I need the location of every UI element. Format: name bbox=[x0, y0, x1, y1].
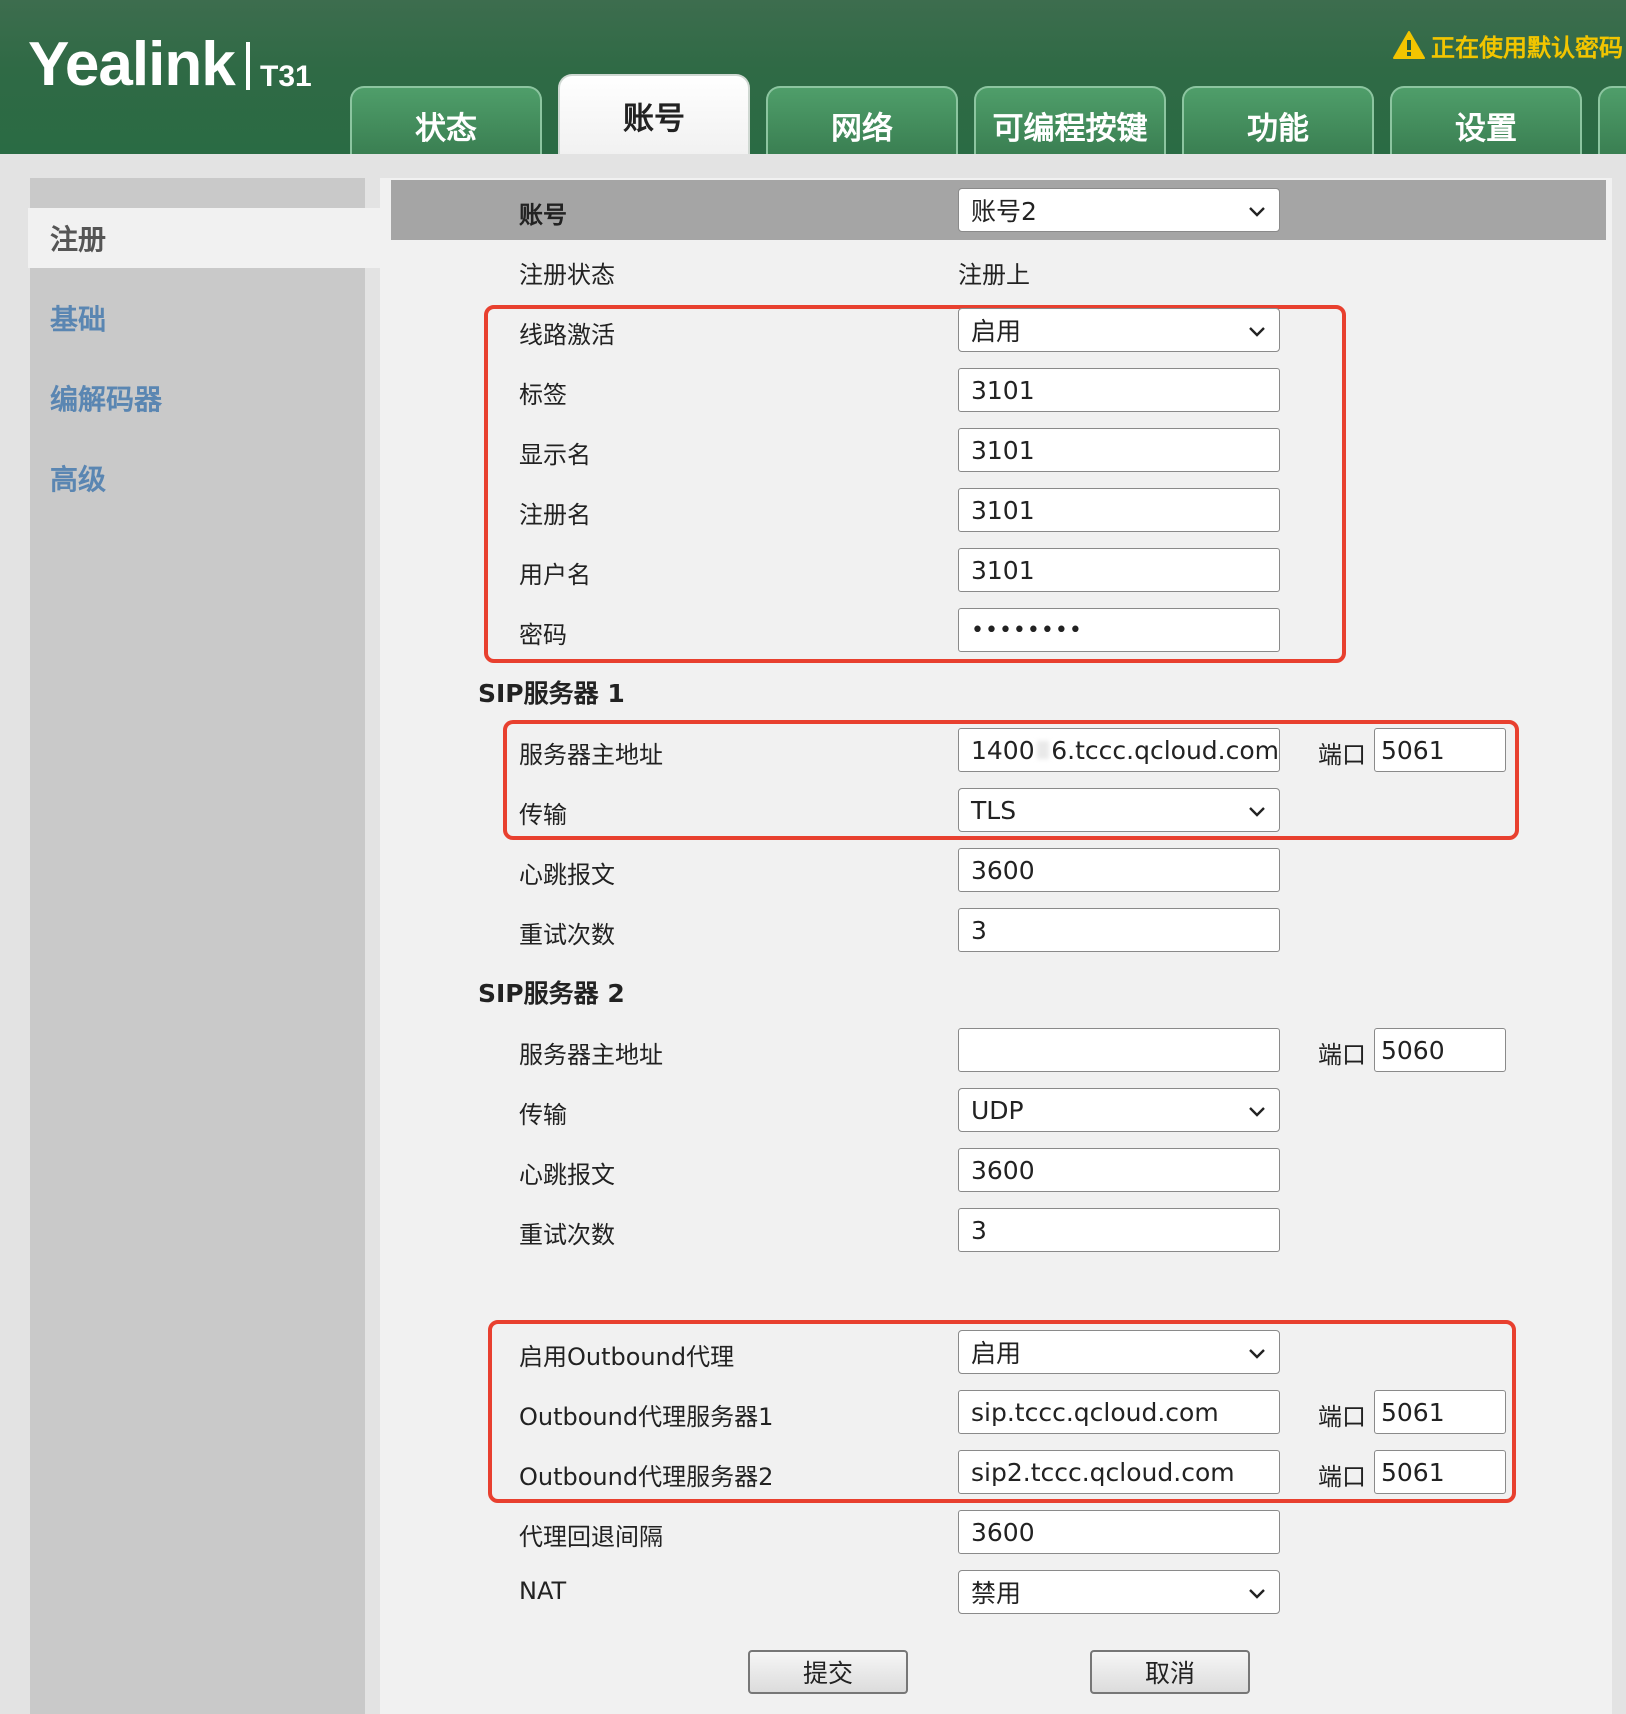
sip2-transport-value: UDP bbox=[971, 1095, 1024, 1125]
tab-network[interactable]: 网络 bbox=[766, 86, 958, 154]
outbound-server1-input[interactable]: sip.tccc.qcloud.com bbox=[958, 1390, 1280, 1434]
sidebar-item-codec[interactable]: 编解码器 bbox=[28, 368, 358, 428]
register-name-label: 注册名 bbox=[519, 501, 591, 529]
main-tabs: 状态 账号 网络 可编程按键 功能 设置 bbox=[0, 0, 1626, 154]
outbound-server2-port-input[interactable]: 5061 bbox=[1374, 1450, 1506, 1494]
sip2-keepalive-label: 心跳报文 bbox=[519, 1161, 615, 1189]
password-input[interactable]: •••••••• bbox=[958, 608, 1280, 652]
tab-more[interactable] bbox=[1598, 86, 1626, 154]
password-label: 密码 bbox=[519, 621, 567, 649]
header-bar: Yealink T31 正在使用默认密码 状态 账号 网络 可编程按键 功能 设… bbox=[0, 0, 1626, 154]
sip1-host-prefix: 1400 bbox=[971, 735, 1035, 765]
chevron-down-icon bbox=[1249, 327, 1265, 337]
sip2-transport-label: 传输 bbox=[519, 1101, 567, 1129]
sip2-retry-label: 重试次数 bbox=[519, 1221, 615, 1249]
tab-features[interactable]: 功能 bbox=[1182, 86, 1374, 154]
tab-settings[interactable]: 设置 bbox=[1390, 86, 1582, 154]
account-select[interactable]: 账号2 bbox=[958, 188, 1280, 232]
tab-dsskey[interactable]: 可编程按键 bbox=[974, 86, 1166, 154]
outbound-server1-port-label: 端口 bbox=[1318, 1403, 1366, 1431]
redacted-segment bbox=[1036, 741, 1050, 759]
display-name-label: 显示名 bbox=[519, 441, 591, 469]
chevron-down-icon bbox=[1249, 807, 1265, 817]
sip1-host-label: 服务器主地址 bbox=[519, 741, 663, 769]
outbound-enable-value: 启用 bbox=[971, 1339, 1022, 1368]
proxy-fallback-label: 代理回退间隔 bbox=[519, 1523, 663, 1551]
nat-value: 禁用 bbox=[971, 1579, 1022, 1608]
tab-status[interactable]: 状态 bbox=[350, 86, 542, 154]
sip1-keepalive-label: 心跳报文 bbox=[519, 861, 615, 889]
right-margin bbox=[1612, 178, 1626, 1714]
sidebar-item-basic[interactable]: 基础 bbox=[28, 288, 358, 348]
chevron-down-icon bbox=[1249, 1589, 1265, 1599]
sip2-retry-input[interactable]: 3 bbox=[958, 1208, 1280, 1252]
reg-status-label: 注册状态 bbox=[519, 261, 615, 289]
username-input[interactable]: 3101 bbox=[958, 548, 1280, 592]
sip1-port-input[interactable]: 5061 bbox=[1374, 728, 1506, 772]
sip2-port-label: 端口 bbox=[1318, 1041, 1366, 1069]
chevron-down-icon bbox=[1249, 207, 1265, 217]
sip2-transport-select[interactable]: UDP bbox=[958, 1088, 1280, 1132]
line-active-label: 线路激活 bbox=[519, 321, 615, 349]
label-label: 标签 bbox=[519, 381, 567, 409]
reg-status-value: 注册上 bbox=[958, 261, 1030, 289]
sip2-port-input[interactable]: 5060 bbox=[1374, 1028, 1506, 1072]
sip-server-1-heading: SIP服务器 1 bbox=[478, 679, 625, 708]
sip2-host-label: 服务器主地址 bbox=[519, 1041, 663, 1069]
nat-select[interactable]: 禁用 bbox=[958, 1570, 1280, 1614]
sip1-transport-select[interactable]: TLS bbox=[958, 788, 1280, 832]
register-name-input[interactable]: 3101 bbox=[958, 488, 1280, 532]
line-active-select[interactable]: 启用 bbox=[958, 308, 1280, 352]
chevron-down-icon bbox=[1249, 1107, 1265, 1117]
chevron-down-icon bbox=[1249, 1349, 1265, 1359]
outbound-server2-label: Outbound代理服务器2 bbox=[519, 1463, 774, 1491]
sidebar-item-register[interactable]: 注册 bbox=[28, 208, 380, 268]
sidebar-item-advanced[interactable]: 高级 bbox=[28, 448, 358, 508]
account-select-value: 账号2 bbox=[971, 197, 1037, 226]
label-input[interactable]: 3101 bbox=[958, 368, 1280, 412]
proxy-fallback-input[interactable]: 3600 bbox=[958, 1510, 1280, 1554]
outbound-server2-input[interactable]: sip2.tccc.qcloud.com bbox=[958, 1450, 1280, 1494]
line-active-value: 启用 bbox=[971, 317, 1022, 346]
outbound-enable-label: 启用Outbound代理 bbox=[519, 1343, 735, 1371]
sip1-keepalive-input[interactable]: 3600 bbox=[958, 848, 1280, 892]
sip1-transport-value: TLS bbox=[971, 795, 1017, 825]
sip1-retry-label: 重试次数 bbox=[519, 921, 615, 949]
tab-account[interactable]: 账号 bbox=[558, 74, 750, 154]
submit-button[interactable]: 提交 bbox=[748, 1650, 908, 1694]
display-name-input[interactable]: 3101 bbox=[958, 428, 1280, 472]
account-label: 账号 bbox=[519, 201, 567, 229]
sip1-host-input[interactable]: 1400 6.tccc.qcloud.com bbox=[958, 728, 1280, 772]
outbound-enable-select[interactable]: 启用 bbox=[958, 1330, 1280, 1374]
sip1-host-suffix: 6.tccc.qcloud.com bbox=[1051, 735, 1279, 765]
cancel-button[interactable]: 取消 bbox=[1090, 1650, 1250, 1694]
sip2-host-input[interactable] bbox=[958, 1028, 1280, 1072]
nat-label: NAT bbox=[519, 1577, 567, 1605]
sip1-transport-label: 传输 bbox=[519, 801, 567, 829]
sip2-keepalive-input[interactable]: 3600 bbox=[958, 1148, 1280, 1192]
outbound-server1-label: Outbound代理服务器1 bbox=[519, 1403, 774, 1431]
outbound-server2-port-label: 端口 bbox=[1318, 1463, 1366, 1491]
username-label: 用户名 bbox=[519, 561, 591, 589]
sip-server-2-heading: SIP服务器 2 bbox=[478, 979, 625, 1008]
outbound-server1-port-input[interactable]: 5061 bbox=[1374, 1390, 1506, 1434]
sip1-port-label: 端口 bbox=[1318, 741, 1366, 769]
sip1-retry-input[interactable]: 3 bbox=[958, 908, 1280, 952]
